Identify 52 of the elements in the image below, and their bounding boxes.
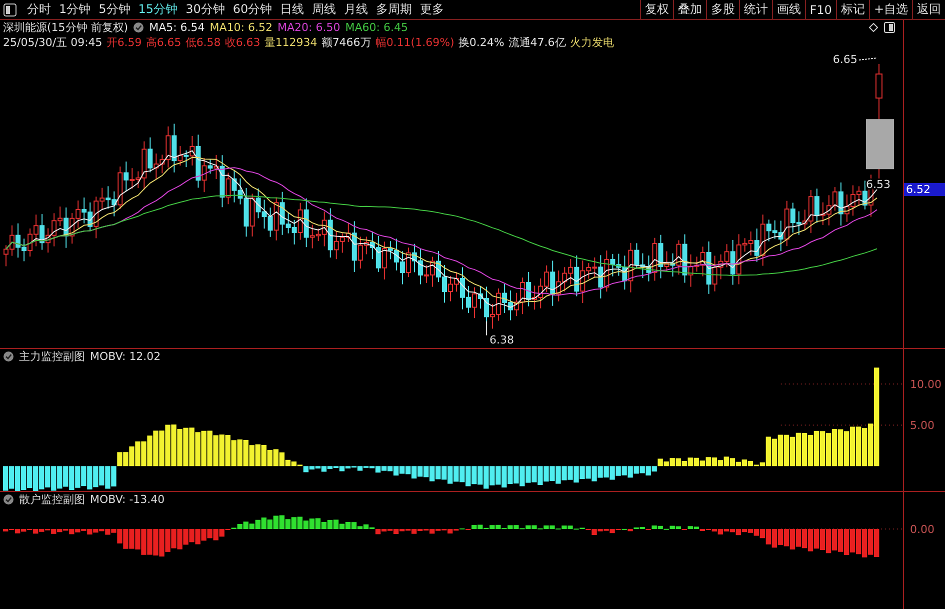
- toolbar-button[interactable]: 叠加: [672, 0, 706, 19]
- period-tab[interactable]: 5分钟: [94, 1, 134, 18]
- toolbar-button[interactable]: 多股: [706, 0, 739, 19]
- toolbar-button[interactable]: 复权: [640, 0, 673, 19]
- period-tab[interactable]: 30分钟: [182, 1, 229, 18]
- quote-field: 高6.65: [146, 35, 182, 50]
- indicator-title: 散户监控副图: [19, 492, 85, 507]
- indicator-title: 主力监控副图: [19, 349, 85, 364]
- quote-field: 换0.24%: [458, 35, 504, 50]
- axis-tick-label: 10.00: [910, 378, 942, 391]
- quote-field: 火力发电: [570, 35, 614, 50]
- period-tab[interactable]: 日线: [276, 1, 308, 18]
- toolbar-button[interactable]: 画线: [772, 0, 805, 19]
- quote-field: 额7466万: [321, 35, 372, 50]
- period-tab[interactable]: 分时: [23, 1, 55, 18]
- period-tab[interactable]: 月线: [340, 1, 372, 18]
- period-tab[interactable]: 更多: [416, 1, 448, 18]
- check-circle-icon[interactable]: [3, 494, 14, 505]
- period-tab[interactable]: 1分钟: [55, 1, 95, 18]
- period-tab[interactable]: 周线: [308, 1, 340, 18]
- moving-average-legend: MA60: 6.45: [345, 21, 408, 34]
- quote-field: 25/05/30/五 09:45: [3, 35, 102, 50]
- panel-toggle-icon[interactable]: [884, 22, 895, 33]
- toolbar-button[interactable]: +自选: [868, 0, 912, 19]
- quote-field: 量112934: [264, 35, 318, 50]
- moving-average-legend: MA10: 6.52: [210, 21, 273, 34]
- toolbar-button[interactable]: 返回: [912, 0, 945, 19]
- quote-field: 幅0.11(1.69%): [375, 35, 454, 50]
- quote-field: 低6.58: [185, 35, 221, 50]
- check-circle-icon[interactable]: [3, 351, 14, 362]
- diamond-icon[interactable]: [869, 23, 878, 32]
- axis-tick-label: 0.00: [910, 523, 934, 536]
- moving-average-legend: MA20: 6.50: [278, 21, 340, 34]
- indicator-value: MOBV: 12.02: [90, 350, 161, 363]
- high-price-label: 6.65: [832, 53, 878, 66]
- toolbar-button[interactable]: 标记: [836, 0, 869, 19]
- toolbar-button[interactable]: F10: [804, 0, 836, 19]
- period-tab[interactable]: 15分钟: [134, 1, 182, 18]
- quote-field: 流通47.6亿: [508, 35, 566, 50]
- quote-field: 收6.63: [224, 35, 260, 50]
- panel-toggle-icon[interactable]: [3, 2, 17, 16]
- toolbar-button[interactable]: 统计: [738, 0, 772, 19]
- chart-title: 深圳能源(15分钟 前复权): [3, 20, 128, 35]
- low-price-label: 6.38: [486, 320, 514, 346]
- quote-field: 开6.59: [106, 35, 142, 50]
- moving-average-legend: MA5: 6.54: [149, 21, 205, 34]
- period-tab[interactable]: 60分钟: [228, 1, 276, 18]
- indicator-value: MOBV: -13.40: [90, 493, 165, 506]
- current-price-tag: 6.52: [904, 183, 945, 196]
- axis-tick-label: 5.00: [910, 419, 934, 432]
- period-tab[interactable]: 多周期: [372, 1, 416, 18]
- check-circle-icon[interactable]: [133, 22, 144, 33]
